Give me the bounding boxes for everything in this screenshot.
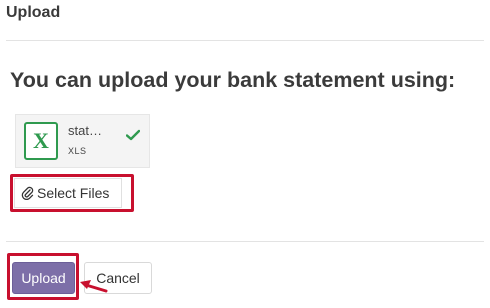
footer-divider: [6, 241, 484, 242]
instructions-heading: You can upload your bank statement using…: [10, 68, 456, 92]
header-divider: [6, 40, 484, 41]
dialog-title: Upload: [6, 4, 61, 21]
paperclip-icon: [21, 186, 34, 200]
arrow-pointer-icon: [80, 280, 108, 293]
select-files-button[interactable]: Select Files: [14, 178, 122, 208]
excel-file-icon: X: [24, 122, 58, 160]
select-files-label: Select Files: [37, 185, 110, 201]
uploaded-file-card[interactable]: X stat… XLS: [15, 114, 150, 168]
file-extension: XLS: [68, 146, 87, 156]
file-name: stat…: [68, 123, 102, 138]
upload-button[interactable]: Upload: [12, 262, 75, 294]
check-icon: [126, 129, 140, 141]
